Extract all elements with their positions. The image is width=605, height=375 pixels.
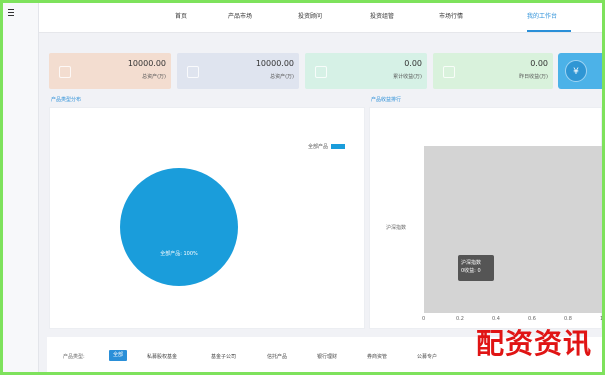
card-label: 昨日收益(万) — [519, 74, 548, 80]
card-label: 累计收益(万) — [393, 74, 422, 80]
x-tick-label: 0 — [422, 316, 426, 322]
top-navigation: 首页 产品市场 投资顾问 投资组管 市场行情 我的工作台 — [39, 3, 602, 33]
summary-card-total-assets-2[interactable]: 10000.00 总资产(万) — [177, 53, 299, 89]
nav-item-product-market[interactable]: 产品市场 — [228, 11, 252, 20]
filter-option[interactable]: 私募股权基金 — [147, 353, 177, 360]
nav-item-my-workbench[interactable]: 我的工作台 — [527, 11, 557, 20]
tooltip-line: 沪深指数 — [461, 260, 482, 266]
product-ranking-title: 产品收益排行 — [371, 97, 402, 103]
legend-label: 全部产品 — [308, 144, 329, 150]
left-sidebar — [3, 3, 39, 372]
product-distribution-title: 产品类型分布 — [51, 97, 82, 103]
tooltip-line: 0收益: 0 — [461, 268, 481, 274]
filter-tag-all[interactable]: 全部 — [109, 350, 128, 361]
card-value: 10000.00 — [255, 59, 294, 68]
summary-card-cumulative-return[interactable]: 0.00 累计收益(万) — [305, 53, 427, 89]
pie-slice-label: 全部产品: 100% — [160, 251, 198, 257]
chart-tooltip: 沪深指数 0收益: 0 — [458, 255, 494, 281]
sidebar-toggle-icon[interactable] — [7, 8, 15, 18]
filter-label: 产品类型: — [63, 354, 85, 360]
summary-card-total-assets[interactable]: 10000.00 总资产(万) — [49, 53, 171, 89]
nav-item-investment-advisor[interactable]: 投资顾问 — [298, 11, 322, 20]
pie-slice-all-products[interactable]: 全部产品: 100% — [120, 168, 238, 286]
wallet-icon — [59, 66, 71, 78]
nav-item-portfolio-management[interactable]: 投资组管 — [370, 11, 394, 20]
x-tick-label: 0.2 — [456, 316, 464, 322]
card-label: 总资产(万) — [142, 74, 166, 80]
nav-item-market-quotes[interactable]: 市场行情 — [439, 11, 463, 20]
app-window: 首页 产品市场 投资顾问 投资组管 市场行情 我的工作台 10000.00 总资… — [3, 3, 602, 372]
nav-item-home[interactable]: 首页 — [175, 11, 187, 20]
balance-shortcut-card[interactable]: ¥ — [558, 53, 602, 89]
filter-option[interactable]: 公募专户 — [417, 353, 437, 360]
product-ranking-panel: 沪深指数 0 0.2 0.4 0.6 0.8 1 沪深指数 0收益: 0 — [369, 107, 602, 329]
y-category-label: 沪深指数 — [386, 225, 407, 231]
chart-icon — [315, 66, 327, 78]
card-label: 总资产(万) — [270, 74, 294, 80]
product-distribution-panel: 全部产品 全部产品: 100% — [49, 107, 365, 329]
card-value: 0.00 — [404, 59, 422, 68]
document-icon — [187, 66, 199, 78]
card-value: 0.00 — [530, 59, 548, 68]
filter-option[interactable]: 信托产品 — [267, 353, 287, 360]
yen-icon: ¥ — [565, 60, 587, 82]
legend-swatch — [331, 144, 346, 149]
coin-icon — [443, 66, 455, 78]
filter-option[interactable]: 券商资管 — [367, 353, 387, 360]
plot-area[interactable] — [424, 146, 602, 313]
filter-option[interactable]: 基金子公司 — [211, 353, 236, 360]
active-tab-indicator — [527, 30, 571, 32]
filter-option[interactable]: 银行理财 — [317, 353, 337, 360]
pie-legend[interactable]: 全部产品 — [308, 143, 346, 150]
card-value: 10000.00 — [127, 59, 166, 68]
watermark-logo: 配资资讯 — [475, 327, 592, 360]
summary-card-yesterday-return[interactable]: 0.00 昨日收益(万) — [433, 53, 553, 89]
x-tick-label: 1 — [600, 316, 602, 322]
